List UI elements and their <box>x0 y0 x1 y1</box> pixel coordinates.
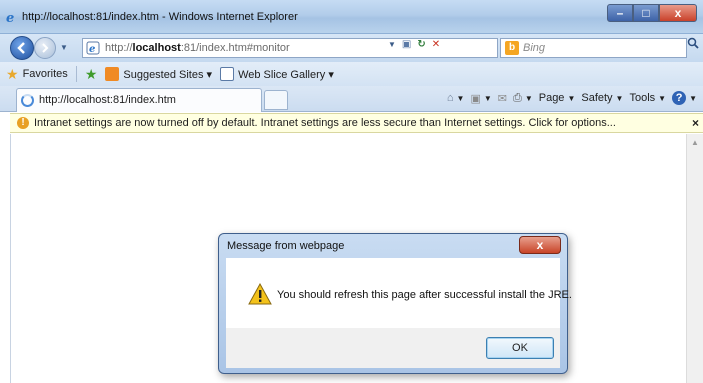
favorites-star-icon: ★ <box>6 65 19 82</box>
tab-bar: http://localhost:81/index.htm ⌂ ▼ ▣ ▼ ✉ ⎙ ▼… <box>0 86 703 112</box>
page-caret-icon: ▼ <box>567 93 576 103</box>
favorites-separator <box>75 66 77 82</box>
message-dialog: Message from webpage x You should refres… <box>218 233 572 374</box>
page-menu[interactable]: Page ▼ <box>539 92 576 104</box>
stop-icon[interactable]: ✕ <box>432 39 440 50</box>
navigation-bar: ▼ e http://localhost:81/index.htm#monito… <box>0 34 703 62</box>
magnifier-icon <box>687 37 699 49</box>
ok-button[interactable]: OK <box>486 337 554 359</box>
suggested-sites-label: Suggested Sites ▾ <box>123 68 213 81</box>
command-bar: ⌂ ▼ ▣ ▼ ✉ ⎙ ▼ Page ▼ Safety ▼ Tools ▼ ? ▼ <box>447 91 697 105</box>
favorites-label: Favorites <box>22 68 68 80</box>
tools-menu-label: Tools <box>629 92 656 104</box>
information-bar[interactable]: ! Intranet settings are now turned off b… <box>10 113 703 133</box>
svg-text:e: e <box>6 11 14 24</box>
address-url[interactable]: http://localhost:81/index.htm#monitor <box>105 42 290 54</box>
safety-menu[interactable]: Safety ▼ <box>581 92 623 104</box>
address-tools: ▼ ▣ ↻ ✕ <box>388 36 440 52</box>
help-caret-icon: ▼ <box>689 93 697 103</box>
information-bar-close-button[interactable]: × <box>692 116 699 130</box>
new-tab-button[interactable] <box>264 90 288 110</box>
add-to-favorites-bar-button[interactable]: ★ <box>85 66 98 83</box>
print-caret-icon: ▼ <box>524 93 533 103</box>
favorites-button[interactable]: ★ Favorites <box>6 66 68 83</box>
bing-icon: b <box>505 41 519 55</box>
help-icon: ? <box>672 91 687 105</box>
dialog-close-button[interactable]: x <box>519 236 561 254</box>
tools-menu[interactable]: Tools ▼ <box>629 92 666 104</box>
window-title-bar[interactable]: e http://localhost:81/index.htm - Window… <box>0 0 703 34</box>
vertical-scrollbar[interactable]: ▲ <box>686 134 703 383</box>
mail-icon: ✉ <box>497 92 507 105</box>
add-favorite-icon: ★ <box>84 65 98 82</box>
feeds-icon: ▣ <box>470 92 481 105</box>
minimize-button[interactable]: – <box>607 4 633 22</box>
window-controls: – □ x <box>607 4 697 22</box>
recent-pages-dropdown[interactable]: ▼ <box>60 43 68 52</box>
web-slice-gallery-link[interactable]: Web Slice Gallery ▾ <box>220 67 334 81</box>
feeds-caret-icon: ▼ <box>483 93 492 103</box>
feeds-button[interactable]: ▣ ▼ <box>470 92 491 105</box>
svg-text:e: e <box>89 44 95 55</box>
refresh-icon[interactable]: ↻ <box>417 39 425 50</box>
home-icon: ⌂ <box>446 92 454 104</box>
information-bar-message[interactable]: Intranet settings are now turned off by … <box>34 117 616 129</box>
dialog-title: Message from webpage <box>227 240 345 252</box>
home-button[interactable]: ⌂ ▼ <box>447 92 465 104</box>
address-dropdown-icon[interactable]: ▼ <box>388 40 396 49</box>
url-host: localhost <box>132 42 181 54</box>
help-menu[interactable]: ? ▼ <box>672 91 697 105</box>
safety-caret-icon: ▼ <box>615 93 624 103</box>
compatibility-view-icon[interactable]: ▣ <box>402 39 411 50</box>
tab-label: http://localhost:81/index.htm <box>39 94 176 106</box>
tab-localhost[interactable]: http://localhost:81/index.htm <box>16 88 262 112</box>
maximize-button[interactable]: □ <box>633 4 659 22</box>
dialog-footer: OK <box>226 328 560 368</box>
favorites-bar: ★ Favorites ★ Suggested Sites ▾ Web Slic… <box>0 62 703 86</box>
window-title: http://localhost:81/index.htm - Windows … <box>22 11 298 23</box>
dialog-body: You should refresh this page after succe… <box>226 258 572 328</box>
suggested-sites-icon <box>105 67 120 81</box>
search-button[interactable] <box>687 37 699 52</box>
suggested-sites-link[interactable]: Suggested Sites ▾ <box>105 67 212 81</box>
dialog-message: You should refresh this page after succe… <box>277 289 572 301</box>
home-caret-icon: ▼ <box>456 93 465 103</box>
back-arrow-icon <box>17 42 25 54</box>
forward-arrow-icon <box>42 43 49 53</box>
read-mail-button[interactable]: ✉ <box>498 92 507 105</box>
warning-icon <box>248 283 272 305</box>
forward-button[interactable] <box>34 37 56 59</box>
back-button[interactable] <box>10 36 34 60</box>
page-icon: e <box>86 41 100 55</box>
loading-icon <box>21 94 34 107</box>
url-scheme: http:// <box>105 42 133 54</box>
safety-menu-label: Safety <box>581 92 613 104</box>
print-button[interactable]: ⎙ ▼ <box>513 92 533 105</box>
search-box[interactable]: b Bing <box>500 38 687 58</box>
ie-logo-icon: e <box>6 11 14 24</box>
close-window-button[interactable]: x <box>659 4 697 22</box>
print-icon: ⎙ <box>513 91 522 104</box>
url-path: :81/index.htm#monitor <box>180 42 290 54</box>
shield-warning-icon: ! <box>17 117 29 129</box>
web-slice-gallery-label: Web Slice Gallery ▾ <box>238 68 334 81</box>
search-placeholder: Bing <box>523 42 546 54</box>
scroll-up-arrow-icon[interactable]: ▲ <box>691 138 699 147</box>
tools-caret-icon: ▼ <box>658 93 667 103</box>
page-menu-label: Page <box>538 92 565 104</box>
web-slice-icon <box>220 67 235 81</box>
